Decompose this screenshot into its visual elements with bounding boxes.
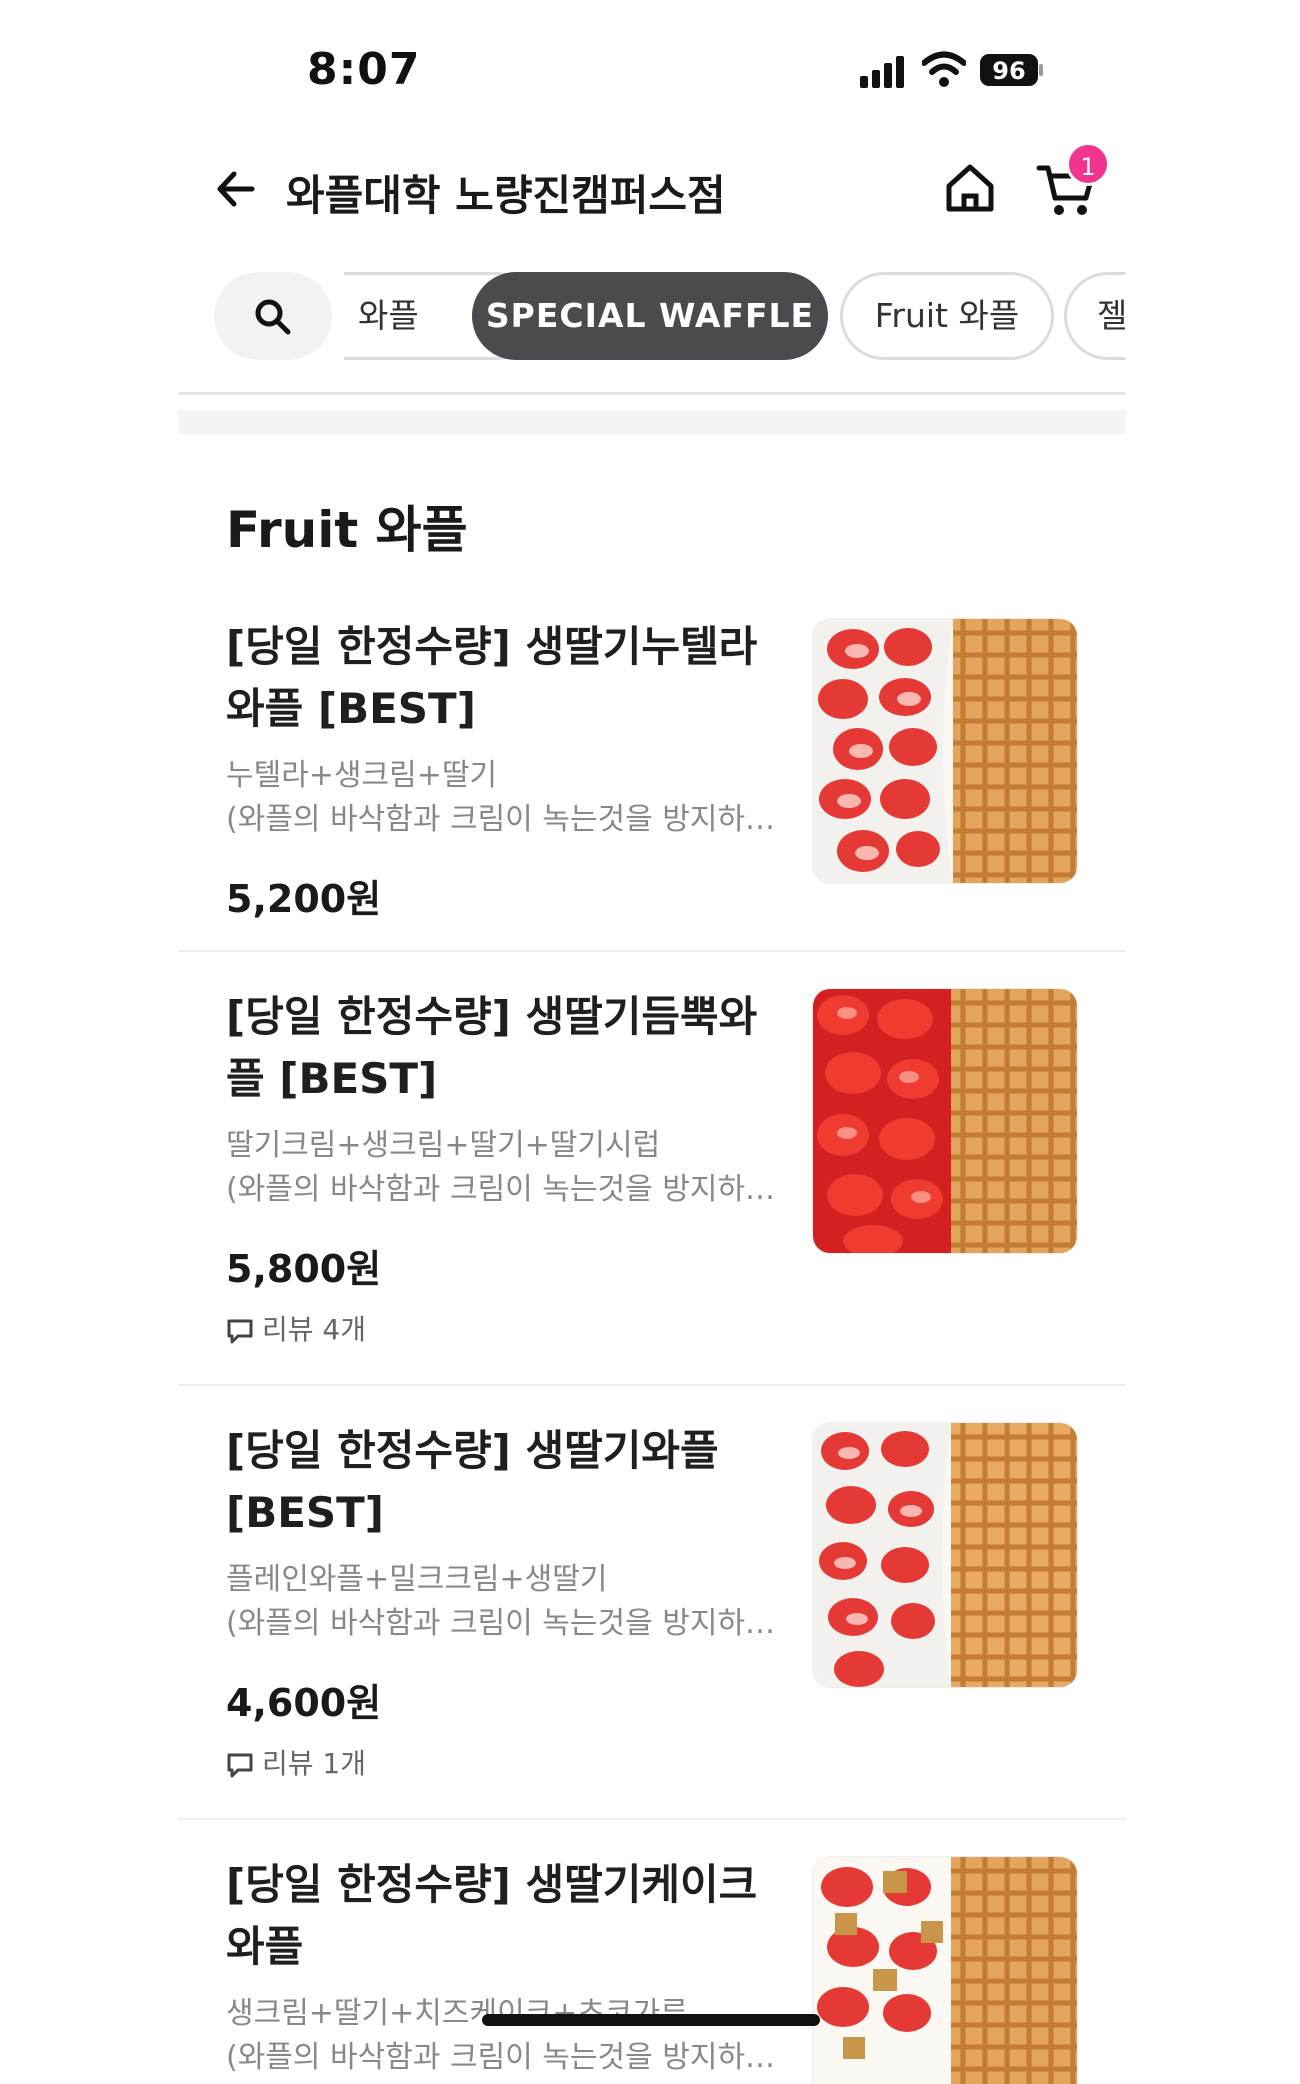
item-name: [당일 한정수량] 생딸기와플 [BEST] [226, 1426, 719, 1537]
category-tabs: 와플 SPECIAL WAFFLE Fruit 와플 젤 [178, 272, 1126, 362]
status-bar: 8:07 96 [0, 0, 1300, 140]
item-description: 생크림+딸기+치즈케이크+초코가루 (와플의 바삭함과 크림이 녹는것을 방지하… [226, 1996, 776, 2075]
item-name: [당일 한정수량] 생딸기듬뿍와플 [BEST] [226, 992, 758, 1103]
item-price: 4,600원 [226, 1681, 382, 1725]
comment-icon [227, 1319, 253, 1344]
tab-special-waffle[interactable]: SPECIAL WAFFLE [472, 272, 828, 360]
tab-fruit-waffle[interactable]: Fruit 와플 [840, 272, 1054, 360]
item-name: [당일 한정수량] 생딸기누텔라와플 [BEST] [226, 622, 758, 733]
item-description: 딸기크림+생크림+딸기+딸기시럽 (와플의 바삭함과 크림이 녹는것을 방지하… [226, 1128, 776, 1207]
cart-count-badge: 1 [1066, 142, 1110, 186]
item-image [812, 1856, 1078, 2084]
item-image [812, 1422, 1078, 1688]
home-indicator [482, 2014, 820, 2026]
divider [178, 392, 1126, 395]
menu-item[interactable]: [당일 한정수량] 생딸기케이크와플 생크림+딸기+치즈케이크+초코가루 (와플… [178, 1854, 1126, 2084]
comment-icon [227, 1753, 253, 1778]
item-name: [당일 한정수량] 생딸기케이크와플 [226, 1860, 758, 1971]
item-price: 5,200원 [226, 877, 382, 921]
item-description: 누텔라+생크림+딸기 (와플의 바삭함과 크림이 녹는것을 방지하… [226, 758, 776, 837]
section-title: Fruit 와플 [226, 501, 468, 559]
menu-item[interactable]: [당일 한정수량] 생딸기와플 [BEST] 플레인와플+밀크크림+생딸기 (와… [178, 1420, 1126, 1820]
page-title: 와플대학 노량진캠퍼스점 [286, 171, 726, 220]
search-icon [255, 299, 291, 335]
tab-jelly[interactable]: 젤 [1064, 272, 1126, 360]
section-gap [178, 410, 1126, 434]
battery-level: 96 [992, 57, 1025, 85]
item-review-count: 리뷰 4개 [226, 1308, 366, 1348]
tab-separator [332, 272, 344, 362]
battery-icon: 96 [980, 54, 1043, 86]
item-description: 플레인와플+밀크크림+생딸기 (와플의 바삭함과 크림이 녹는것을 방지하… [226, 1562, 776, 1641]
menu-item[interactable]: [당일 한정수량] 생딸기누텔라와플 [BEST] 누텔라+생크림+딸기 (와플… [178, 616, 1126, 952]
item-image [812, 618, 1078, 884]
cellular-signal-icon [860, 56, 904, 88]
status-time: 8:07 [307, 44, 421, 95]
wifi-icon [922, 51, 966, 87]
search-button[interactable] [214, 272, 332, 360]
home-icon[interactable] [944, 162, 996, 214]
item-price: 5,800원 [226, 1247, 382, 1291]
back-arrow-icon[interactable] [212, 164, 262, 214]
menu-item[interactable]: [당일 한정수량] 생딸기듬뿍와플 [BEST] 딸기크림+생크림+딸기+딸기시… [178, 986, 1126, 1386]
item-image [812, 988, 1078, 1254]
item-review-count: 리뷰 1개 [226, 1742, 366, 1782]
